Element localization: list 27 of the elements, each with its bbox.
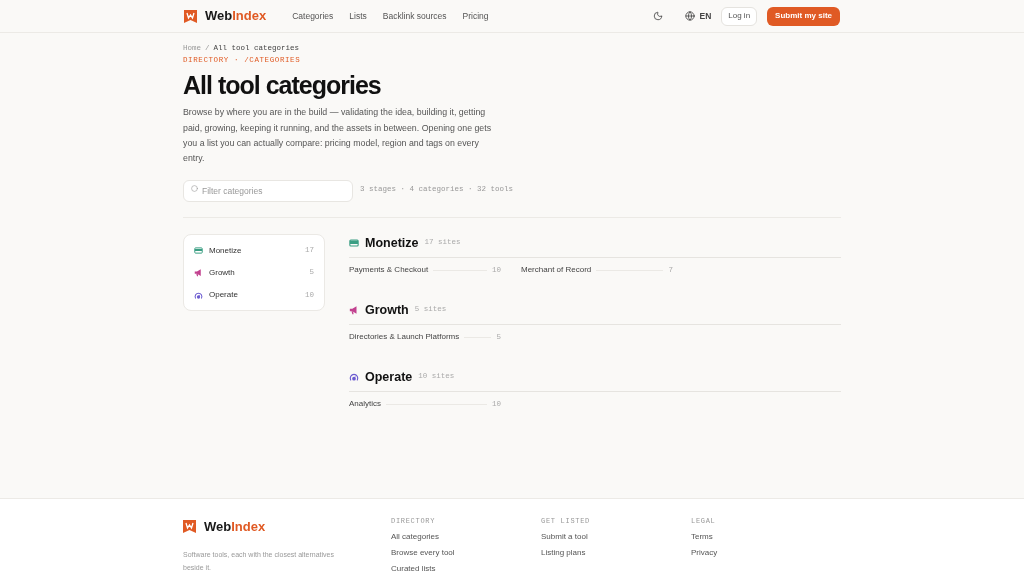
globe-icon [685,11,696,21]
submit-site-button[interactable]: Submit my site [767,6,840,26]
intro-paragraph: Browse by where you are in the build — validating the idea, building it, getting paid, growing, keeping it running, and the assets in between. Opening one gets you a list you can actually compare: pricing model, region and tags on every entry. [183,106,493,166]
nav-link[interactable]: Categories [292,9,334,23]
dark-mode-icon[interactable] [653,11,664,21]
stage-title: Operate [365,368,413,386]
footer-link[interactable]: All categories [391,532,541,542]
footer-link[interactable]: Browse every tool [391,548,541,558]
footer-link[interactable]: Listing plans [541,548,691,558]
brand-name[interactable]: WebIndex [204,517,266,537]
brand-name[interactable]: WebIndex [205,6,267,26]
footer-link[interactable]: Privacy [691,548,841,558]
login-button[interactable]: Log in [721,6,758,26]
footer-link[interactable]: Curated lists [391,564,541,574]
footer-link[interactable]: Submit a tool [541,532,691,542]
page-title: All tool categories [183,70,382,102]
language-button[interactable]: EN [685,9,712,23]
stage-title: Growth [365,301,409,319]
nav-link[interactable]: Backlink sources [382,9,447,23]
stage-title: Monetize [365,234,419,252]
footer-link[interactable]: Terms [691,532,841,542]
nav-link[interactable]: Pricing [462,9,489,23]
search-icon [191,184,198,192]
logo-icon [184,9,197,23]
filter-field[interactable]: Filter categories [183,180,353,203]
logo-icon [183,520,196,534]
nav-link[interactable]: Lists [349,9,367,23]
